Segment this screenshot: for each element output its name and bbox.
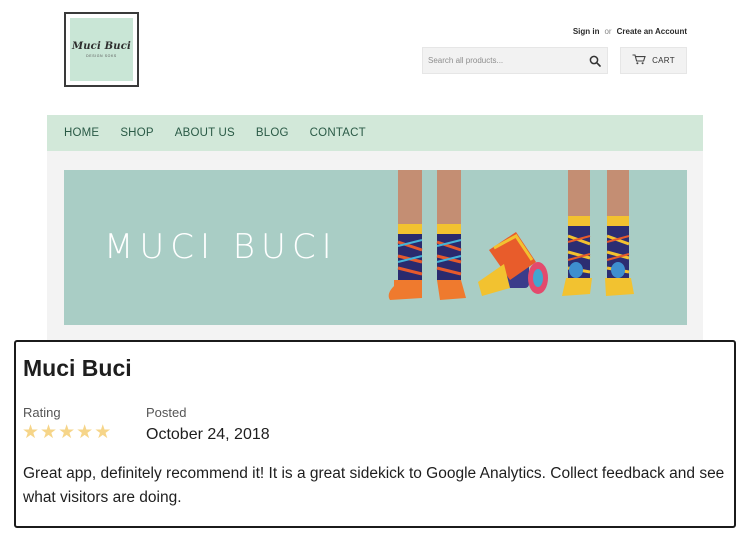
cart-button[interactable]: CART xyxy=(620,47,687,74)
socks-illustration xyxy=(388,170,634,300)
star-rating: ★ ★ ★ ★ ★ xyxy=(22,423,111,442)
star-icon: ★ xyxy=(40,422,58,443)
review-card: Muci Buci Rating ★ ★ ★ ★ ★ Posted October 24… xyxy=(14,340,736,528)
search-input[interactable] xyxy=(423,48,583,73)
nav-item-shop[interactable]: SHOP xyxy=(120,127,153,139)
logo-text: Muci Buci xyxy=(71,41,132,52)
star-icon: ★ xyxy=(94,422,112,443)
cart-label: CART xyxy=(652,56,675,65)
hero-banner[interactable]: MUCI BUCI xyxy=(64,170,687,325)
logo-subtext: DESIGN SOKS xyxy=(86,54,117,58)
nav-item-home[interactable]: HOME xyxy=(64,127,99,139)
banner-section: MUCI BUCI xyxy=(47,151,703,341)
create-account-link[interactable]: Create an Account xyxy=(617,27,687,36)
nav-item-about-us[interactable]: ABOUT US xyxy=(175,127,235,139)
star-icon: ★ xyxy=(58,422,76,443)
search-icon[interactable] xyxy=(583,48,607,73)
posted-label: Posted xyxy=(146,405,187,420)
search-bar xyxy=(422,47,608,74)
nav-item-blog[interactable]: BLOG xyxy=(256,127,289,139)
store-logo[interactable]: Muci Buci DESIGN SOKS xyxy=(64,12,139,87)
main-nav: HOME SHOP ABOUT US BLOG CONTACT xyxy=(47,115,703,151)
star-icon: ★ xyxy=(76,422,94,443)
star-icon: ★ xyxy=(22,422,40,443)
account-links: Sign in or Create an Account xyxy=(573,27,687,36)
cart-icon xyxy=(632,54,646,67)
nav-item-contact[interactable]: CONTACT xyxy=(310,127,366,139)
rating-label: Rating xyxy=(23,405,61,420)
posted-date: October 24, 2018 xyxy=(146,426,270,443)
review-title: Muci Buci xyxy=(23,355,132,381)
sign-in-link[interactable]: Sign in xyxy=(573,27,600,36)
or-separator: or xyxy=(604,27,612,36)
logo-badge: Muci Buci DESIGN SOKS xyxy=(70,18,133,81)
review-body: Great app, definitely recommend it! It i… xyxy=(23,465,725,506)
